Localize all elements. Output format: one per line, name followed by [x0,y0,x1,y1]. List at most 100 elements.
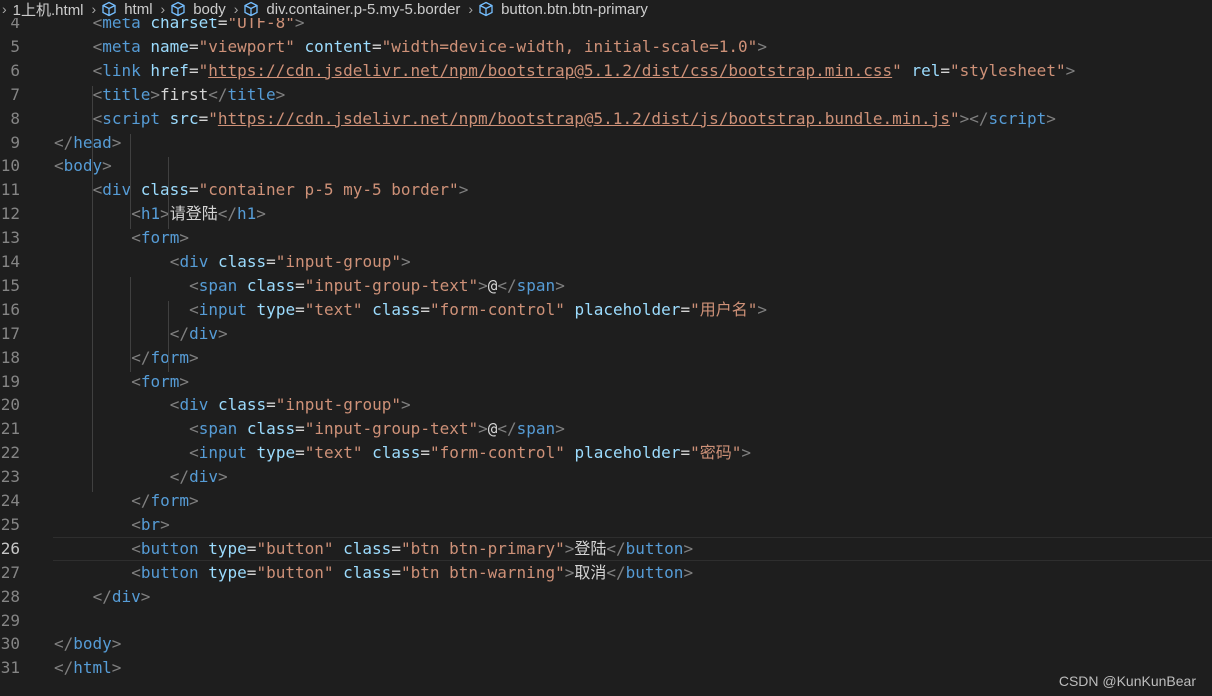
code-line[interactable]: 18 </form> [0,346,1212,370]
cube-icon [102,1,116,17]
chevron-right-icon: › [2,1,7,17]
code-token: @ [487,275,498,295]
code-line[interactable]: 26 <button type="button" class="btn btn-p… [0,537,1212,561]
code-line[interactable]: 12 <h1>请登陆</h1> [0,202,1212,226]
code-line[interactable]: 10 <body> [0,154,1212,178]
code-token: < [54,156,64,176]
code-token: = [295,275,305,295]
line-number: 11 [0,180,20,200]
code-token: > [111,634,122,654]
code-text: <button type="button" class="btn btn-war… [131,561,693,585]
code-line[interactable]: 30 </body> [0,632,1212,656]
code-line[interactable]: 27 <button type="button" class="btn btn-w… [0,561,1212,585]
code-text: <div class="container p-5 my-5 border"> [93,178,469,202]
code-token: > [555,275,565,295]
code-token: 请登陆 [169,204,218,224]
code-token: div [189,323,218,343]
code-token: </ [169,467,190,487]
cube-icon [244,1,259,17]
code-line[interactable]: 16 <input type="text" class="form-control… [0,298,1212,322]
code-line[interactable]: 21 <span class="input-group-text">@</span… [0,417,1212,441]
code-text: <h1>请登陆</h1> [131,202,266,226]
code-line[interactable]: 8 <script src="https://cdn.jsdelivr.net/n… [0,107,1212,131]
code-token: form [140,228,180,248]
code-token: = [420,443,430,463]
code-line[interactable]: 7 <title>first</title> [0,83,1212,107]
code-token: 取消 [574,562,607,582]
code-text: <input type="text" class="form-control" … [189,441,751,465]
code-editor[interactable]: 4 <meta charset="UTF-8"> 5 <meta name="view… [0,11,1212,696]
code-line[interactable]: 29 [0,609,1212,633]
code-line[interactable]: 9 </head> [0,131,1212,155]
code-token: h1 [237,204,257,224]
code-token: meta [102,36,141,56]
code-token: > [1046,108,1056,128]
code-token: link [102,60,141,80]
chevron-right-icon: › [160,1,166,17]
code-token: href [150,60,189,80]
code-token: </ [169,323,190,343]
indent-guide [92,85,93,492]
code-line[interactable]: 6 <link href="https://cdn.jsdelivr.net/np… [0,59,1212,83]
code-token: class [372,299,421,319]
code-token: "form-control" [429,299,565,319]
code-token: type [256,299,296,319]
code-token: < [131,562,141,582]
line-number: 8 [10,108,20,128]
line-number: 27 [0,562,20,582]
code-token: > [757,299,767,319]
breadcrumb-item-file[interactable]: 1上机.html [13,0,84,20]
code-text: <form> [131,370,189,394]
code-text: <div class="input-group"> [170,250,411,274]
code-token: < [189,299,199,319]
code-line[interactable]: 25 <br> [0,513,1212,537]
breadcrumb-item-div[interactable]: div.container.p-5.my-5.border [266,1,460,18]
code-line[interactable]: 5 <meta name="viewport" content="width=de… [0,35,1212,59]
code-token: "stylesheet" [949,60,1066,80]
code-token: class [343,538,392,558]
code-line[interactable]: 14 <div class="input-group"> [0,250,1212,274]
code-token: https://cdn.jsdelivr.net/npm/bootstrap@5… [208,60,893,80]
code-token: < [169,395,180,415]
code-token: > [217,323,228,343]
code-token: = [295,299,305,319]
breadcrumb-item-body[interactable]: body [193,1,226,18]
code-line[interactable]: 15 <span class="input-group-text">@</span… [0,274,1212,298]
code-token: < [92,180,103,200]
line-number: 19 [0,371,20,391]
breadcrumb: › 1上机.html › html › body › div.container… [0,0,1212,20]
code-token: "btn btn-warning" [400,562,565,582]
code-line[interactable]: 28 </div> [0,585,1212,609]
code-token: span [516,419,556,439]
code-line[interactable]: 24 </form> [0,489,1212,513]
code-line[interactable]: 20 <div class="input-group"> [0,393,1212,417]
code-text: </form> [131,346,198,370]
code-token: </ [92,586,112,606]
code-token: > [478,275,488,295]
breadcrumb-item-html[interactable]: html [124,1,152,18]
breadcrumb-item-button[interactable]: button.btn.btn-primary [501,1,648,18]
code-token: > [188,491,199,510]
code-line[interactable]: 11 <div class="container p-5 my-5 border"… [0,178,1212,202]
code-token: > [683,538,694,558]
code-line[interactable]: 23 </div> [0,465,1212,489]
line-number: 26 [0,538,20,558]
code-line[interactable]: 17 </div> [0,322,1212,346]
code-token: > [188,347,199,367]
code-line[interactable]: 31 </html> [0,656,1212,680]
code-token: > [111,132,122,152]
code-line[interactable]: 19 <form> [0,370,1212,394]
line-number: 16 [0,299,20,319]
code-line[interactable]: 13 <form> [0,226,1212,250]
code-line[interactable]: 22 <input type="text" class="form-control… [0,441,1212,465]
code-text: <div class="input-group"> [170,393,411,417]
code-token: type [208,562,247,582]
code-token: title [102,84,151,104]
